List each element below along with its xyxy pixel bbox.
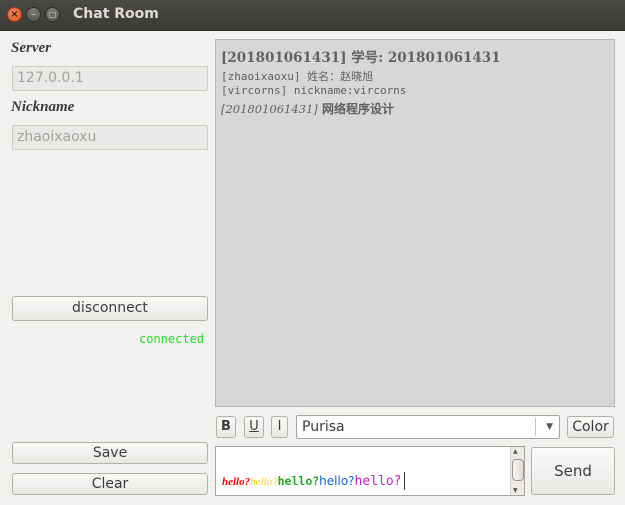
- chat-message: [201801061431] 网络程序设计: [221, 100, 609, 117]
- close-window-button[interactable]: ×: [7, 7, 22, 22]
- underline-button[interactable]: U: [244, 416, 264, 438]
- italic-button[interactable]: I: [271, 416, 288, 438]
- connection-status: connected: [139, 332, 205, 346]
- message-segment: hello?: [319, 473, 355, 488]
- message-scrollbar[interactable]: ▲ ▼: [510, 447, 524, 495]
- combo-separator: [535, 418, 536, 436]
- minimize-window-button[interactable]: –: [26, 7, 41, 22]
- chevron-down-icon[interactable]: ▼: [546, 416, 553, 438]
- text-caret: [403, 472, 405, 490]
- maximize-icon: □: [48, 10, 57, 19]
- color-button[interactable]: Color: [567, 416, 614, 438]
- scrollbar-thumb[interactable]: [512, 459, 524, 481]
- disconnect-button[interactable]: disconnect: [12, 296, 208, 321]
- chat-history[interactable]: [201801061431] 学号: 201801061431 [zhaoixa…: [215, 39, 615, 407]
- save-button[interactable]: Save: [12, 442, 208, 464]
- font-select[interactable]: Purisa ▼: [296, 415, 560, 439]
- chat-message: [zhaoixaoxu] 姓名：赵晓旭: [221, 70, 374, 83]
- title-bar: × – □ Chat Room: [0, 0, 625, 31]
- message-input[interactable]: hello?hello?hello?hello?hello?: [215, 446, 525, 496]
- chat-message-text: 网络程序设计: [321, 102, 394, 116]
- nickname-input[interactable]: zhaoixaoxu: [12, 125, 208, 150]
- scroll-up-icon[interactable]: ▲: [513, 448, 518, 455]
- send-button[interactable]: Send: [531, 447, 615, 495]
- close-icon: ×: [10, 9, 19, 20]
- bold-button[interactable]: B: [216, 416, 236, 438]
- window-title: Chat Room: [73, 6, 159, 22]
- chat-message-sender: [201801061431]: [221, 102, 318, 116]
- message-segment: hello?: [250, 475, 278, 488]
- scroll-down-icon[interactable]: ▼: [513, 487, 518, 494]
- server-label: Server: [11, 40, 51, 56]
- nickname-label: Nickname: [11, 99, 75, 115]
- message-input-text: hello?hello?hello?hello?hello?: [222, 472, 405, 490]
- server-input[interactable]: 127.0.0.1: [12, 66, 208, 91]
- chat-message: [201801061431] 学号: 201801061431: [221, 50, 501, 66]
- message-segment: hello?: [222, 475, 251, 488]
- chat-message: [vircorns] nickname:vircorns: [221, 84, 407, 97]
- maximize-window-button[interactable]: □: [45, 7, 60, 22]
- message-segment: hello?: [354, 473, 402, 489]
- clear-button[interactable]: Clear: [12, 473, 208, 495]
- font-select-value: Purisa: [302, 419, 345, 435]
- minimize-icon: –: [31, 9, 36, 20]
- message-segment: hello?: [277, 473, 320, 488]
